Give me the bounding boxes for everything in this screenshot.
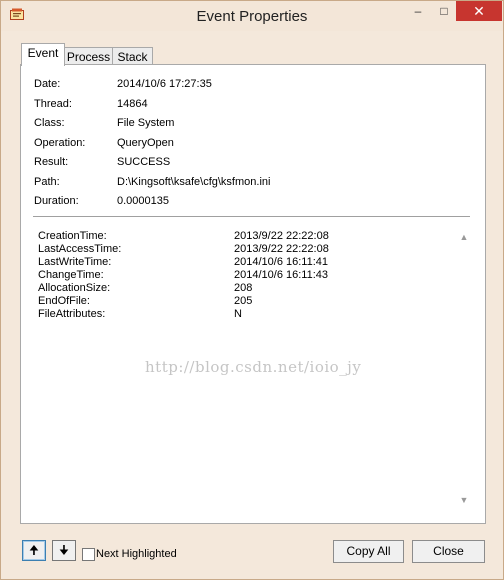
- next-highlighted-label[interactable]: Next Highlighted: [96, 548, 177, 560]
- class-label: Class:: [34, 117, 65, 129]
- path-label: Path:: [34, 176, 60, 188]
- close-button[interactable]: Close: [412, 540, 485, 563]
- detail-value: 208: [234, 282, 253, 294]
- copy-all-button[interactable]: Copy All: [333, 540, 404, 563]
- result-value: SUCCESS: [117, 156, 171, 168]
- next-event-button[interactable]: 🠋: [52, 540, 76, 561]
- thread-label: Thread:: [34, 98, 72, 110]
- date-label: Date:: [34, 78, 61, 90]
- path-value: D:\Kingsoft\ksafe\cfg\ksfmon.ini: [117, 176, 271, 188]
- operation-label: Operation:: [34, 137, 86, 149]
- watermark-text: http://blog.csdn.net/ioio_jy: [145, 358, 362, 376]
- event-panel: Date: 2014/10/6 17:27:35 Thread: 14864 C…: [20, 64, 486, 524]
- duration-label: Duration:: [34, 195, 79, 207]
- date-value: 2014/10/6 17:27:35: [117, 78, 212, 90]
- section-divider: [33, 216, 470, 217]
- previous-event-button[interactable]: 🠉: [22, 540, 46, 561]
- operation-value: QueryOpen: [117, 137, 174, 149]
- detail-value: 2014/10/6 16:11:43: [234, 269, 328, 281]
- detail-value: 2014/10/6 16:11:41: [234, 256, 328, 268]
- detail-value: N: [234, 308, 242, 320]
- title-bar[interactable]: Event Properties – □ ✕: [1, 1, 503, 31]
- event-properties-window: Event Properties – □ ✕ Event Process Sta…: [0, 0, 504, 580]
- minimize-button[interactable]: –: [405, 1, 431, 21]
- class-value: File System: [117, 117, 175, 129]
- next-highlighted-checkbox[interactable]: [82, 548, 95, 561]
- result-label: Result:: [34, 156, 69, 168]
- detail-list[interactable]: CreationTime: 2013/9/22 22:22:08 LastAcc…: [32, 228, 472, 510]
- detail-label: ChangeTime:: [38, 269, 104, 281]
- detail-label: FileAttributes:: [38, 308, 106, 320]
- detail-label: LastWriteTime:: [38, 256, 112, 268]
- thread-value: 14864: [117, 98, 148, 110]
- duration-value: 0.0000135: [117, 195, 169, 207]
- close-window-button[interactable]: ✕: [456, 1, 502, 21]
- scroll-down-icon[interactable]: ▼: [458, 495, 470, 505]
- tab-event[interactable]: Event: [21, 43, 65, 66]
- detail-label: LastAccessTime:: [38, 243, 122, 255]
- detail-label: EndOfFile:: [38, 295, 90, 307]
- maximize-button[interactable]: □: [431, 1, 457, 21]
- detail-value: 2013/9/22 22:22:08: [234, 243, 329, 255]
- detail-value: 205: [234, 295, 253, 307]
- detail-label: AllocationSize:: [38, 282, 111, 294]
- scroll-up-icon[interactable]: ▲: [458, 232, 470, 242]
- detail-label: CreationTime:: [38, 230, 107, 242]
- detail-value: 2013/9/22 22:22:08: [234, 230, 329, 242]
